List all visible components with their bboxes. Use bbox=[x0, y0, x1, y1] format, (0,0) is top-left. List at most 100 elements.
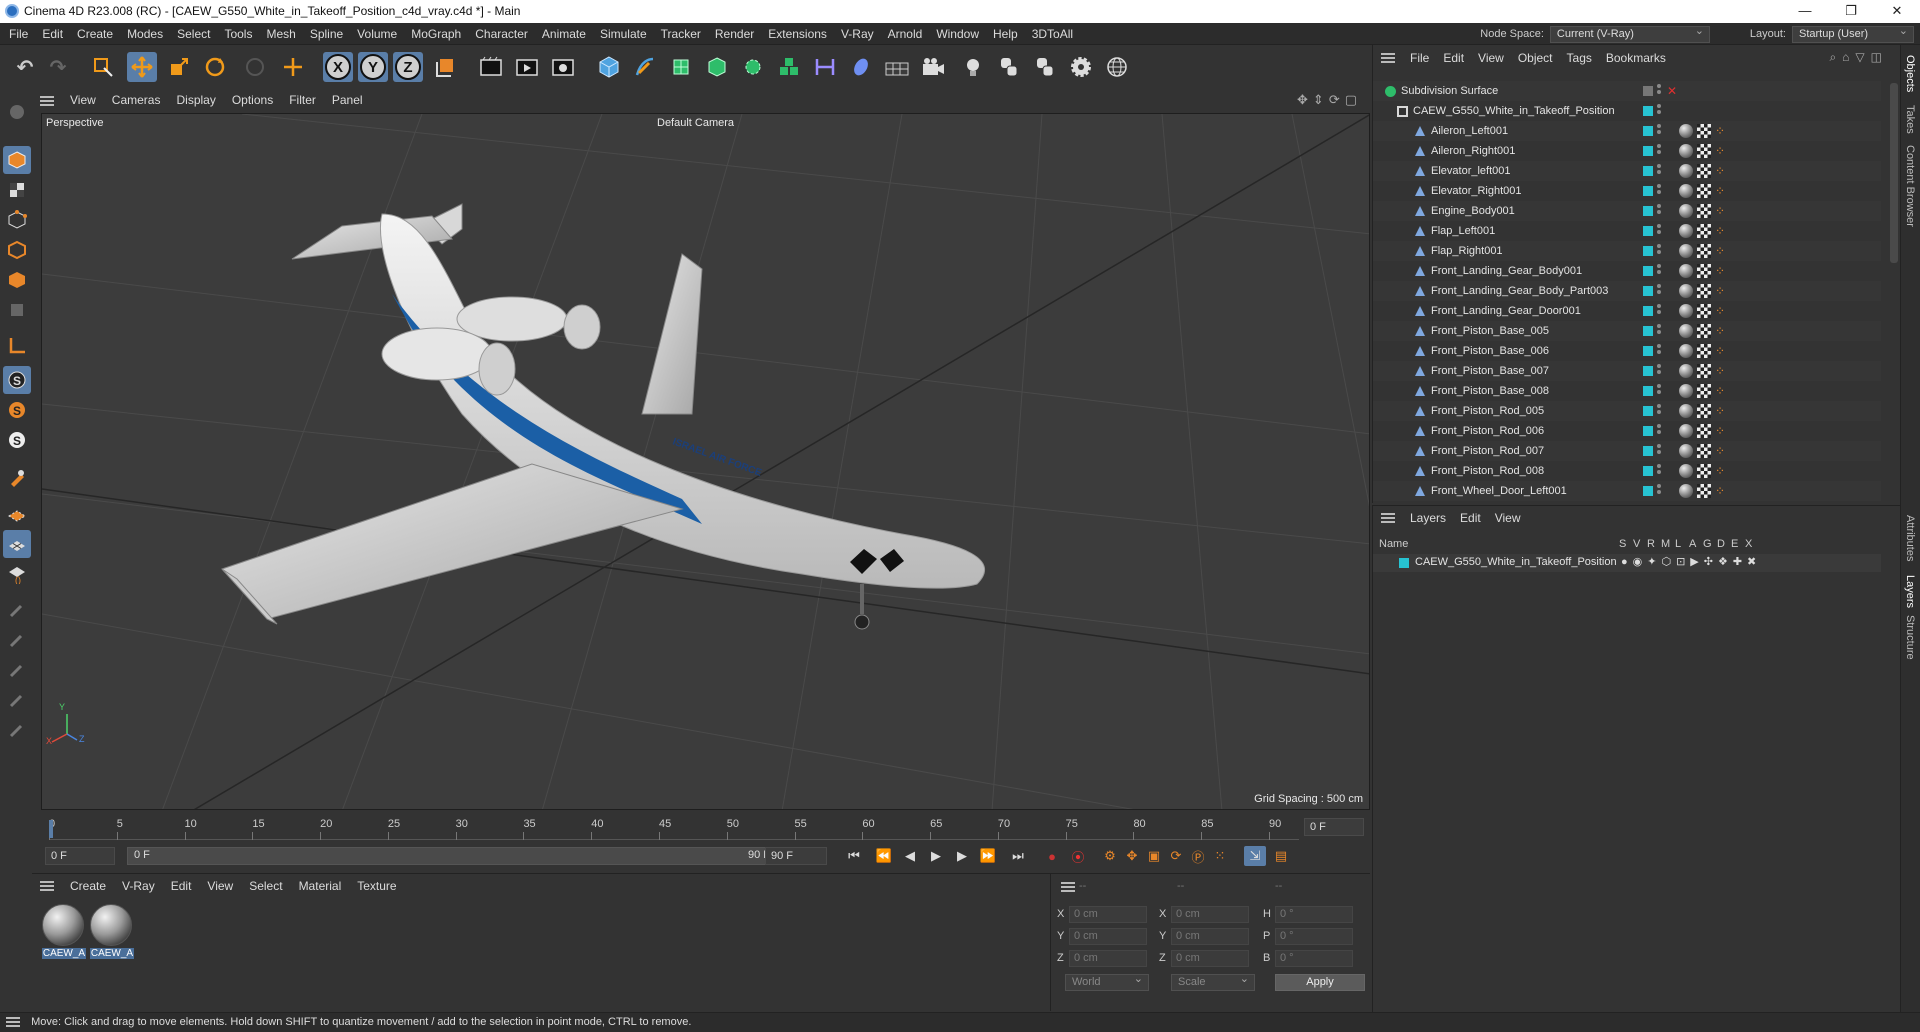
object-name[interactable]: Front_Piston_Rod_008 bbox=[1431, 461, 1544, 481]
next-key-icon[interactable]: ⏩ bbox=[977, 846, 999, 866]
cube-icon[interactable] bbox=[594, 52, 624, 82]
vertex-map-tag-icon[interactable]: ⁘ bbox=[1715, 444, 1729, 458]
menu-3dtoall[interactable]: 3DToAll bbox=[1025, 23, 1080, 45]
tab-layers[interactable]: Layers bbox=[1904, 575, 1916, 608]
layer-color-tag[interactable] bbox=[1643, 126, 1653, 136]
texture-tag-icon[interactable] bbox=[1697, 324, 1711, 338]
make-editable-icon[interactable] bbox=[3, 98, 31, 126]
object-row-group[interactable]: CAEW_G550_White_in_Takeoff_Position bbox=[1373, 101, 1881, 121]
3d-viewport[interactable]: ISRAEL AIR FORCE Y X Z Perspective Defau… bbox=[41, 113, 1370, 810]
objects-scrollbar[interactable] bbox=[1890, 83, 1898, 263]
object-name[interactable]: Flap_Left001 bbox=[1431, 221, 1495, 241]
layer-color-tag[interactable] bbox=[1643, 426, 1653, 436]
start-frame-field[interactable]: 0 F bbox=[45, 847, 115, 865]
object-name[interactable]: Front_Piston_Base_005 bbox=[1431, 321, 1549, 341]
go-to-start-icon[interactable]: ⏮ bbox=[843, 846, 865, 866]
snap-3d-icon[interactable]: S bbox=[3, 426, 31, 454]
polygons-mode-icon[interactable] bbox=[3, 266, 31, 294]
objects-menu-bookmarks[interactable]: Bookmarks bbox=[1599, 51, 1673, 65]
x-axis-lock[interactable]: X bbox=[323, 52, 353, 82]
objects-menu-edit[interactable]: Edit bbox=[1436, 51, 1471, 65]
texture-tag-icon[interactable] bbox=[1697, 424, 1711, 438]
add-object-icon[interactable] bbox=[278, 52, 308, 82]
undo-icon[interactable]: ↶ bbox=[10, 52, 40, 82]
material-tag-icon[interactable] bbox=[1679, 424, 1693, 438]
layer-color-tag[interactable] bbox=[1643, 86, 1653, 96]
menu-edit[interactable]: Edit bbox=[35, 23, 70, 45]
material-hamburger-icon[interactable] bbox=[40, 881, 54, 891]
object-name[interactable]: Front_Piston_Rod_007 bbox=[1431, 441, 1544, 461]
menu-character[interactable]: Character bbox=[468, 23, 535, 45]
material-tag-icon[interactable] bbox=[1679, 384, 1693, 398]
vertex-map-tag-icon[interactable]: ⁘ bbox=[1715, 144, 1729, 158]
vertex-map-tag-icon[interactable]: ⁘ bbox=[1715, 364, 1729, 378]
play-icon[interactable]: ▶ bbox=[925, 846, 947, 866]
object-row[interactable]: Elevator_Right001 ⁘ bbox=[1373, 181, 1881, 201]
rotation-b-field[interactable]: 0 ° bbox=[1275, 950, 1353, 967]
object-name[interactable]: Front_Landing_Gear_Body_Part003 bbox=[1431, 281, 1608, 301]
layer-color-tag[interactable] bbox=[1643, 106, 1653, 116]
object-row[interactable]: Front_Piston_Base_007 ⁘ bbox=[1373, 361, 1881, 381]
python-icon[interactable] bbox=[994, 52, 1024, 82]
tab-attributes[interactable]: Attributes bbox=[1904, 515, 1916, 561]
material-tag-icon[interactable] bbox=[1679, 224, 1693, 238]
layer-flag-header[interactable]: G bbox=[1703, 538, 1712, 550]
visibility-dots[interactable] bbox=[1657, 364, 1661, 376]
visibility-dots[interactable] bbox=[1657, 324, 1661, 336]
tab-content-browser[interactable]: Content Browser bbox=[1904, 145, 1916, 227]
layer-row[interactable]: CAEW_G550_White_in_Takeoff_Position ●◉✦⬡… bbox=[1373, 554, 1881, 572]
material-tag-icon[interactable] bbox=[1679, 404, 1693, 418]
layers-hamburger-icon[interactable] bbox=[1381, 513, 1395, 523]
visibility-dots[interactable] bbox=[1657, 84, 1661, 96]
layer-color-tag[interactable] bbox=[1643, 446, 1653, 456]
disabled-x-icon[interactable]: ✕ bbox=[1667, 81, 1677, 101]
texture-tag-icon[interactable] bbox=[1697, 224, 1711, 238]
snap-settings-icon[interactable]: S bbox=[3, 396, 31, 424]
layer-color-tag[interactable] bbox=[1643, 206, 1653, 216]
pen-icon[interactable] bbox=[630, 52, 660, 82]
material-tag-icon[interactable] bbox=[1679, 164, 1693, 178]
material-swatch[interactable]: CAEW_A bbox=[90, 904, 134, 962]
visibility-dots[interactable] bbox=[1657, 144, 1661, 156]
axis-mode-icon[interactable] bbox=[3, 332, 31, 360]
timeline-window-icon[interactable]: ▤ bbox=[1270, 846, 1292, 866]
subdivision-icon[interactable] bbox=[666, 52, 696, 82]
object-name[interactable]: Elevator_left001 bbox=[1431, 161, 1511, 181]
minimize-button[interactable]: — bbox=[1782, 0, 1828, 23]
node-space-dropdown[interactable]: Current (V-Ray) bbox=[1549, 24, 1710, 43]
light-icon[interactable] bbox=[958, 52, 988, 82]
position-z-field[interactable]: 0 cm bbox=[1069, 950, 1147, 967]
visibility-dots[interactable] bbox=[1657, 464, 1661, 476]
menu-arnold[interactable]: Arnold bbox=[881, 23, 930, 45]
object-row[interactable]: Front_Piston_Base_008 ⁘ bbox=[1373, 381, 1881, 401]
object-name[interactable]: CAEW_G550_White_in_Takeoff_Position bbox=[1413, 101, 1615, 121]
z-axis-lock[interactable]: Z bbox=[393, 52, 423, 82]
layers-menu-view[interactable]: View bbox=[1488, 511, 1528, 525]
object-row[interactable]: Front_Piston_Rod_008 ⁘ bbox=[1373, 461, 1881, 481]
viewport-nav-icons[interactable]: ✥⇕⟳▢ bbox=[1297, 92, 1362, 108]
keyframe-selection-icon[interactable]: ⚙ bbox=[1099, 846, 1121, 866]
globe-icon[interactable] bbox=[1102, 52, 1132, 82]
object-row[interactable]: Front_Landing_Gear_Body_Part003 ⁘ bbox=[1373, 281, 1881, 301]
timeline-playhead[interactable] bbox=[49, 820, 53, 838]
layer-color-tag[interactable] bbox=[1643, 246, 1653, 256]
texture-tag-icon[interactable] bbox=[1697, 284, 1711, 298]
material-menu-v-ray[interactable]: V-Ray bbox=[114, 879, 163, 893]
current-frame-field[interactable]: 0 F bbox=[1304, 818, 1364, 836]
texture-mode-icon[interactable] bbox=[3, 176, 31, 204]
size-z-field[interactable]: 0 cm bbox=[1171, 950, 1249, 967]
object-row-subdivision[interactable]: Subdivision Surface ✕ bbox=[1373, 81, 1881, 101]
layer-color-tag[interactable] bbox=[1643, 366, 1653, 376]
menu-simulate[interactable]: Simulate bbox=[593, 23, 654, 45]
menu-mesh[interactable]: Mesh bbox=[259, 23, 302, 45]
texture-tag-icon[interactable] bbox=[1697, 344, 1711, 358]
key-position-icon[interactable]: ✥ bbox=[1121, 846, 1143, 866]
cloner-icon[interactable] bbox=[738, 52, 768, 82]
layer-color-tag[interactable] bbox=[1643, 306, 1653, 316]
vertex-map-tag-icon[interactable]: ⁘ bbox=[1715, 164, 1729, 178]
object-row[interactable]: Front_Wheel_Door_Left001 ⁘ bbox=[1373, 481, 1881, 501]
material-tag-icon[interactable] bbox=[1679, 244, 1693, 258]
layer-flag-header[interactable]: D bbox=[1717, 538, 1725, 550]
visibility-dots[interactable] bbox=[1657, 184, 1661, 196]
live-selection-icon[interactable] bbox=[88, 52, 118, 82]
